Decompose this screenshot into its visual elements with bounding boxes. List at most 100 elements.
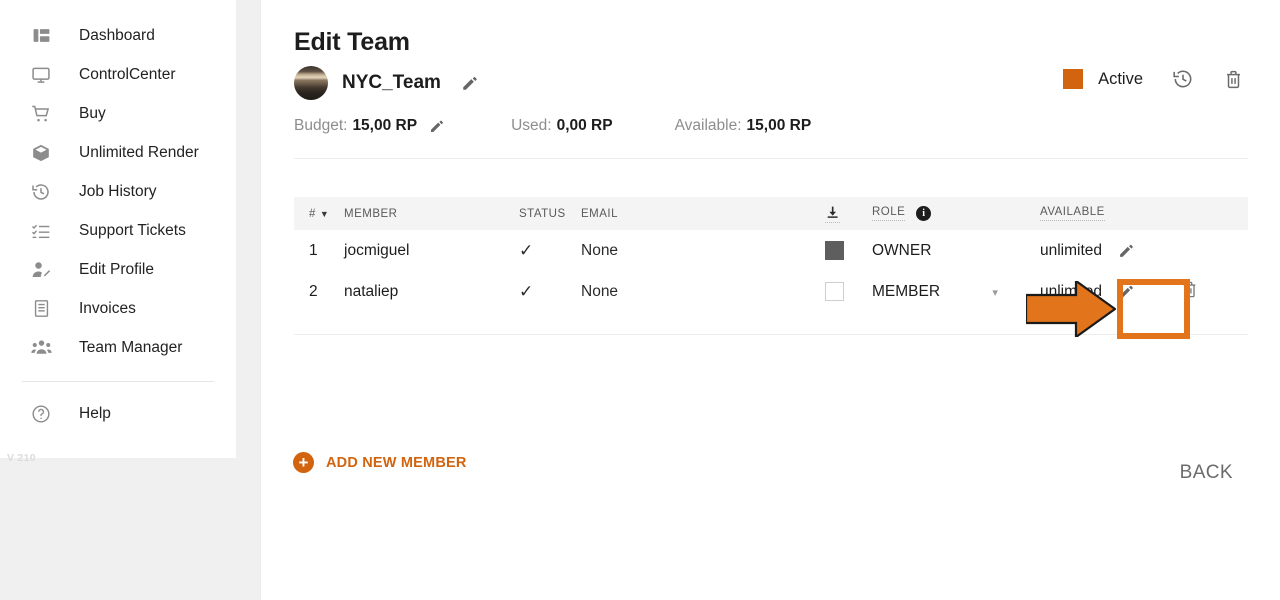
column-header-number[interactable]: # ▼ — [294, 208, 344, 220]
column-header-available: AVAILABLE — [1040, 206, 1180, 221]
used-label: Used: — [511, 117, 552, 134]
back-button[interactable]: BACK — [1180, 462, 1233, 484]
status-label: Active — [1098, 69, 1143, 88]
sidebar-item-label: Buy — [79, 104, 106, 122]
row-status: ✓ — [519, 241, 581, 261]
info-icon[interactable]: i — [916, 206, 932, 221]
column-header-email-label: EMAIL — [581, 207, 619, 220]
sidebar-item-dashboard[interactable]: Dashboard — [0, 16, 236, 55]
delete-member-trash-icon[interactable] — [1180, 280, 1199, 299]
team-icon — [30, 337, 52, 359]
page-title: Edit Team — [294, 28, 410, 56]
column-header-status: STATUS — [519, 208, 581, 220]
row-email: None — [581, 242, 825, 260]
sidebar-nav-list: Dashboard ControlCenter Buy Unlimited Re… — [0, 0, 236, 433]
table-row[interactable]: 1 jocmiguel ✓ None OWNER unlimited — [294, 230, 1248, 271]
available-edit-pencil-icon-row-1[interactable] — [1118, 242, 1135, 259]
header-divider — [294, 158, 1248, 159]
help-circle-icon — [30, 403, 52, 425]
dashboard-icon — [30, 25, 52, 47]
sidebar-item-job-history[interactable]: Job History — [0, 172, 236, 211]
row-role-value: OWNER — [872, 241, 932, 259]
used-group: Used: 0,00 RP — [511, 117, 613, 135]
available-edit-pencil-icon-row-2[interactable] — [1118, 283, 1135, 300]
sidebar-item-label: ControlCenter — [79, 65, 176, 83]
chevron-down-icon[interactable]: ▾ — [992, 287, 998, 299]
sidebar-item-unlimited-render[interactable]: Unlimited Render — [0, 133, 236, 172]
sidebar-item-label: Edit Profile — [79, 260, 154, 278]
add-new-member-button[interactable]: + ADD NEW MEMBER — [293, 452, 467, 473]
table-bottom-divider — [294, 334, 1248, 335]
sidebar-item-edit-profile[interactable]: Edit Profile — [0, 250, 236, 289]
sidebar-item-help[interactable]: Help — [0, 394, 236, 433]
row-email: None — [581, 283, 825, 301]
avatar — [294, 66, 328, 100]
column-header-member-label: MEMBER — [344, 207, 398, 220]
app-version-label: V 210 — [7, 452, 36, 464]
app-root: Dashboard ControlCenter Buy Unlimited Re… — [0, 0, 1280, 600]
checkbox-unchecked-icon[interactable] — [825, 282, 844, 301]
monitor-icon — [30, 64, 52, 86]
sidebar-item-controlcenter[interactable]: ControlCenter — [0, 55, 236, 94]
status-badge — [1063, 69, 1084, 89]
row-email-value: None — [581, 241, 619, 259]
column-header-role-label: ROLE — [872, 206, 906, 221]
sidebar-item-label: Help — [79, 404, 111, 422]
main-content: Edit Team NYC_Team Budget: 15,00 RP Used… — [260, 0, 1280, 600]
available-value: 15,00 RP — [746, 117, 812, 134]
sort-caret-icon[interactable]: ▼ — [320, 209, 329, 219]
edit-budget-pencil-icon[interactable] — [429, 118, 445, 134]
sidebar-item-team-manager[interactable]: Team Manager — [0, 328, 236, 367]
row-email-value: None — [581, 282, 619, 300]
sidebar-item-label: Invoices — [79, 299, 136, 317]
delete-team-trash-icon[interactable] — [1223, 69, 1244, 90]
sidebar-item-support-tickets[interactable]: Support Tickets — [0, 211, 236, 250]
row-available-value: unlimited — [1040, 241, 1103, 259]
row-role-value: MEMBER — [872, 282, 941, 300]
sidebar-item-label: Dashboard — [79, 26, 155, 44]
team-status-block: Active — [1063, 68, 1244, 90]
table-row[interactable]: 2 nataliep ✓ None MEMBER ▾ unlimited — [294, 271, 1248, 312]
sidebar: Dashboard ControlCenter Buy Unlimited Re… — [0, 0, 236, 458]
row-role-cell: OWNER — [872, 242, 1040, 260]
members-table: # ▼ MEMBER STATUS EMAIL ROLE i AVAILABLE… — [294, 197, 1248, 312]
history-icon — [30, 181, 52, 203]
sidebar-item-label: Support Tickets — [79, 221, 186, 239]
row-select-checkbox-cell[interactable] — [825, 282, 872, 301]
row-number: 2 — [309, 282, 318, 300]
column-header-available-label: AVAILABLE — [1040, 206, 1105, 221]
row-available-value: unlimited — [1040, 282, 1103, 300]
column-header-member: MEMBER — [344, 208, 519, 220]
checkbox-checked-icon[interactable] — [825, 241, 844, 260]
available-group: Available: 15,00 RP — [675, 117, 812, 135]
sidebar-item-buy[interactable]: Buy — [0, 94, 236, 133]
row-actions-cell — [1180, 280, 1240, 304]
table-header-row: # ▼ MEMBER STATUS EMAIL ROLE i AVAILABLE — [294, 197, 1248, 230]
user-edit-icon — [30, 259, 52, 281]
column-header-download[interactable] — [825, 205, 872, 223]
invoice-icon — [30, 298, 52, 320]
row-role-cell[interactable]: MEMBER ▾ — [872, 283, 1040, 301]
column-header-email: EMAIL — [581, 208, 825, 220]
available-label: Available: — [674, 117, 742, 134]
row-available-cell: unlimited — [1040, 242, 1180, 260]
team-history-icon[interactable] — [1172, 68, 1194, 90]
column-header-status-label: STATUS — [519, 207, 566, 220]
row-member-name: jocmiguel — [344, 241, 410, 259]
team-identity-row: NYC_Team — [294, 66, 479, 100]
check-icon: ✓ — [519, 281, 534, 301]
row-status: ✓ — [519, 282, 581, 302]
column-header-number-label: # — [309, 207, 316, 220]
plus-circle-icon: + — [293, 452, 314, 473]
sidebar-item-invoices[interactable]: Invoices — [0, 289, 236, 328]
row-select-checkbox-cell[interactable] — [825, 241, 872, 260]
column-header-role: ROLE i — [872, 206, 1040, 221]
team-name: NYC_Team — [342, 72, 441, 93]
box-icon — [30, 142, 52, 164]
sidebar-item-label: Unlimited Render — [79, 143, 199, 161]
sidebar-item-label: Team Manager — [79, 338, 183, 356]
budget-label: Budget: — [294, 117, 348, 134]
used-value: 0,00 RP — [556, 117, 613, 134]
edit-team-name-pencil-icon[interactable] — [461, 74, 479, 92]
download-icon[interactable] — [825, 205, 840, 223]
